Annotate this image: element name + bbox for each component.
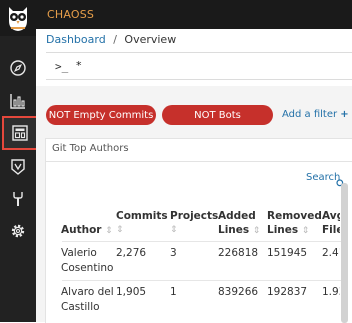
gear-icon <box>11 224 25 238</box>
table-cell-added: 226818 <box>218 247 259 259</box>
sort-icon: ⇕ <box>170 225 178 235</box>
sidebar-item-management[interactable] <box>0 216 36 246</box>
sidebar-item-dashboard[interactable] <box>2 116 38 150</box>
dashboard-icon <box>12 125 28 141</box>
query-bar[interactable]: >_ * <box>46 52 352 80</box>
sort-icon: ⇕ <box>105 226 113 236</box>
table-cell-projects: 1 <box>170 286 177 298</box>
table-header-divider <box>62 241 341 242</box>
bar-chart-icon <box>10 94 25 109</box>
table-cell-author: Alvaro del Castillo <box>61 286 114 313</box>
header-avg-label-1: Avg <box>322 210 340 222</box>
sort-icon: ⇕ <box>252 226 261 236</box>
table-cell-removed: 151945 <box>267 247 308 259</box>
table-cell-avg: 2.41 <box>322 247 340 259</box>
filter-pill-not-empty-commits[interactable]: NOT Empty Commits <box>46 105 156 125</box>
breadcrumb-separator: / <box>113 33 117 46</box>
header-removed-label-1: Removed <box>267 210 322 222</box>
breadcrumb-dashboard-link[interactable]: Dashboard <box>46 33 106 46</box>
header-added-label-2: Lines ⇕ <box>218 224 261 236</box>
table-cell-avg: 1.93 <box>322 286 340 298</box>
header-added-label-1: Added <box>218 210 256 222</box>
add-filter-link[interactable]: Add a filter + <box>282 109 349 120</box>
breadcrumb-current: Overview <box>124 33 177 46</box>
top-bar: CHAOSS <box>36 0 352 29</box>
column-header-projects[interactable]: Projects ⇕ <box>170 209 218 237</box>
column-header-added-lines[interactable]: Added Lines ⇕ <box>218 209 260 238</box>
sort-icon: ⇕ <box>301 226 310 236</box>
table-row-divider <box>62 280 341 281</box>
column-header-author[interactable]: Author ⇕ <box>61 223 113 238</box>
filter-pill-not-bots[interactable]: NOT Bots <box>162 105 273 125</box>
table-cell-projects: 3 <box>170 247 177 259</box>
column-header-commits[interactable]: Commits ⇕ <box>116 209 168 237</box>
header-avg-label-2: File <box>322 224 340 236</box>
breadcrumb: Dashboard / Overview <box>46 33 176 46</box>
table-cell-removed: 192837 <box>267 286 308 298</box>
owl-logo[interactable] <box>0 0 36 36</box>
column-header-removed-lines[interactable]: Removed Lines ⇕ <box>267 209 322 238</box>
table-cell-added: 839266 <box>218 286 259 298</box>
header-removed-label-2: Lines ⇕ <box>267 224 310 236</box>
sort-icon: ⇕ <box>116 225 124 235</box>
query-prompt-icon: >_ <box>55 60 69 73</box>
query-input[interactable]: * <box>76 59 82 72</box>
compass-icon <box>10 60 26 76</box>
panel-divider <box>46 161 352 162</box>
add-filter-label: Add a filter <box>282 109 338 120</box>
table-scrollbar[interactable] <box>341 183 348 323</box>
table-cell-author: Valerio Cosentino <box>61 247 114 274</box>
app-title: CHAOSS <box>47 8 95 21</box>
sidebar <box>0 0 38 322</box>
header-projects-label: Projects <box>170 210 219 222</box>
sidebar-item-dev-tools[interactable] <box>0 184 36 214</box>
timelion-icon <box>11 159 25 175</box>
column-header-avg-file[interactable]: Avg File <box>322 209 340 237</box>
owl-logo-icon <box>9 7 27 31</box>
sidebar-item-timelion[interactable] <box>0 152 36 182</box>
panel-title: Git Top Authors <box>52 143 129 154</box>
sidebar-item-visualize[interactable] <box>0 86 36 116</box>
header-commits-label: Commits <box>116 210 168 222</box>
sidebar-item-discover[interactable] <box>0 53 36 83</box>
header-author-label: Author <box>61 224 102 236</box>
wrench-icon <box>13 192 23 206</box>
plus-icon: + <box>340 109 349 120</box>
table-cell-commits: 1,905 <box>116 286 147 298</box>
git-top-authors-panel: Git Top Authors Search Author ⇕ Commits … <box>45 138 352 323</box>
table-cell-commits: 2,276 <box>116 247 147 259</box>
